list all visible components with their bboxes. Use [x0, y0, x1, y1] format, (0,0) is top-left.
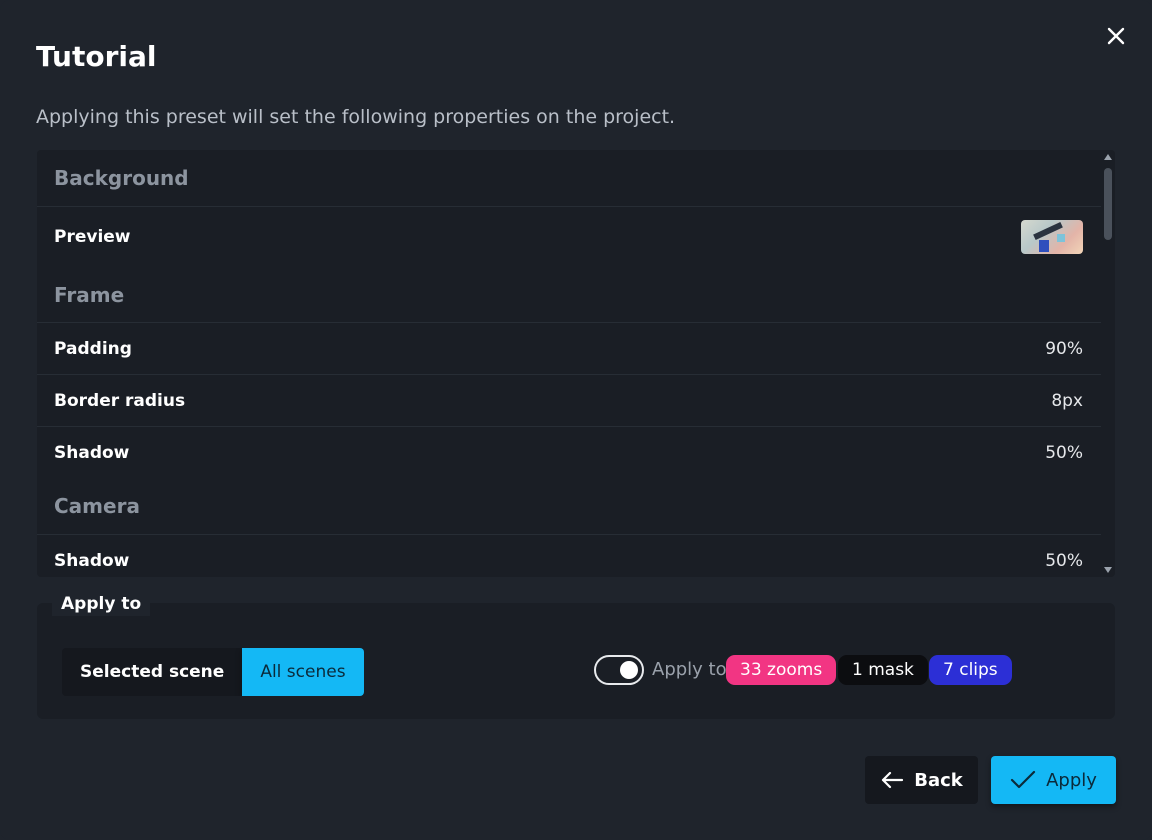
apply-button-label: Apply: [1046, 769, 1097, 791]
clips-chip: 7 clips: [929, 655, 1012, 685]
scroll-down-icon[interactable]: [1104, 567, 1112, 573]
property-value: 50%: [1045, 442, 1083, 463]
back-button-label: Back: [914, 769, 963, 791]
property-border-radius: Border radius 8px: [37, 374, 1101, 426]
property-label: Preview: [54, 227, 131, 247]
property-value: 50%: [1045, 550, 1083, 571]
dialog-description: Applying this preset will set the follow…: [36, 106, 676, 128]
section-title: Background: [54, 166, 189, 190]
scroll-up-icon[interactable]: [1104, 154, 1112, 160]
apply-to-toggle[interactable]: [594, 655, 644, 685]
property-value: 8px: [1051, 390, 1083, 411]
close-icon: [1107, 27, 1125, 45]
background-preview-thumbnail: [1021, 220, 1083, 254]
mask-chip: 1 mask: [838, 655, 928, 685]
zooms-chip: 33 zooms: [726, 655, 837, 685]
property-label: Shadow: [54, 442, 130, 463]
selected-scene-button[interactable]: Selected scene: [62, 648, 242, 696]
section-camera: Camera: [37, 478, 1101, 534]
scene-scope-selector: Selected scene All scenes: [62, 648, 364, 696]
apply-button[interactable]: Apply: [991, 756, 1116, 804]
scrollbar-thumb[interactable]: [1104, 168, 1112, 240]
scrollbar[interactable]: [1101, 150, 1115, 577]
property-value: 90%: [1045, 338, 1083, 359]
toggle-knob: [620, 661, 638, 679]
section-frame: Frame: [37, 267, 1101, 323]
arrow-left-icon: [882, 771, 904, 789]
all-scenes-button[interactable]: All scenes: [242, 648, 364, 696]
property-frame-shadow: Shadow 50%: [37, 426, 1101, 478]
apply-to-toggle-label: Apply to: [652, 659, 727, 680]
check-icon: [1010, 770, 1036, 789]
section-background: Background: [37, 150, 1101, 207]
apply-to-label: Apply to: [52, 592, 151, 616]
properties-list[interactable]: Background Preview Frame Padding 90% Bor…: [37, 150, 1115, 577]
property-preview: Preview: [37, 207, 1101, 267]
preset-dialog: Tutorial Applying this preset will set t…: [0, 0, 1152, 840]
property-camera-shadow: Shadow 50%: [37, 534, 1101, 577]
section-title: Camera: [54, 494, 140, 518]
dialog-title: Tutorial: [36, 40, 157, 73]
property-label: Shadow: [54, 550, 130, 571]
close-button[interactable]: [1104, 24, 1128, 48]
back-button[interactable]: Back: [865, 756, 978, 804]
section-title: Frame: [54, 283, 125, 307]
property-label: Padding: [54, 338, 132, 359]
property-label: Border radius: [54, 390, 186, 411]
property-padding: Padding 90%: [37, 322, 1101, 374]
